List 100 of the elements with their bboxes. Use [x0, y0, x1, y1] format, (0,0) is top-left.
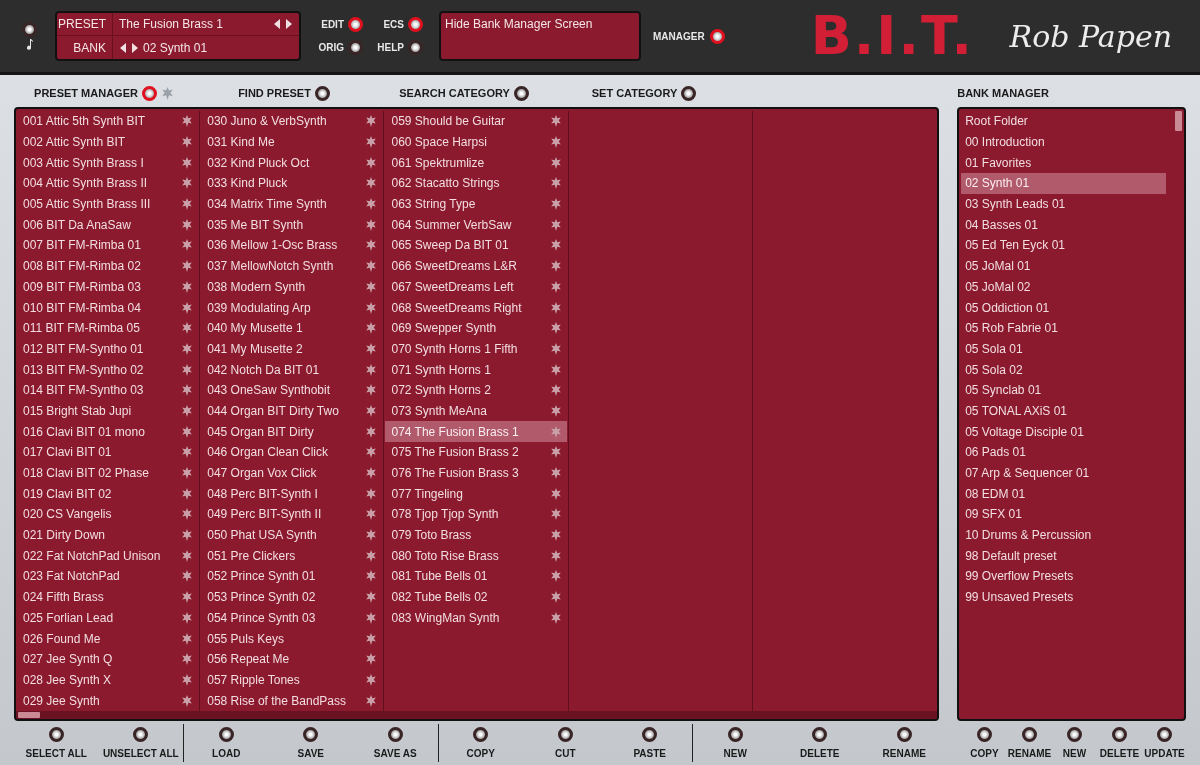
knob-icon[interactable] — [387, 727, 403, 742]
preset-list-item[interactable]: 018 Clavi BIT 02 Phase — [17, 462, 199, 484]
star-icon[interactable] — [181, 363, 194, 376]
toggle-button[interactable]: ECS — [373, 17, 423, 32]
preset-list-item[interactable]: 019 Clavi BIT 02 — [17, 483, 199, 505]
star-icon[interactable] — [365, 694, 378, 707]
star-icon[interactable] — [181, 591, 194, 604]
horizontal-scrollbar[interactable] — [16, 711, 938, 719]
star-icon[interactable] — [549, 136, 562, 149]
knob-icon[interactable] — [1112, 727, 1127, 742]
star-icon[interactable] — [365, 384, 378, 397]
preset-list-item[interactable]: 002 Attic Synth BIT — [17, 131, 199, 153]
preset-list-item[interactable]: 083 WingMan Synth — [385, 607, 567, 629]
preset-list-item[interactable]: 045 Organ BIT Dirty — [201, 421, 383, 442]
star-icon[interactable] — [181, 632, 194, 645]
preset-list-item[interactable]: 044 Organ BIT Dirty Two — [201, 400, 383, 422]
preset-list-item[interactable]: 065 Sweep Da BIT 01 — [385, 235, 567, 256]
action-button[interactable]: SAVE AS — [353, 724, 438, 762]
star-icon[interactable] — [365, 280, 378, 293]
star-icon[interactable] — [549, 591, 562, 604]
bank-list-item[interactable]: 05 TONAL AXiS 01 — [961, 400, 1166, 422]
star-icon[interactable] — [365, 611, 378, 624]
preset-list-item[interactable]: 070 Synth Horns 1 Fifth — [385, 338, 567, 360]
preset-list-item[interactable]: 010 BIT FM-Rimba 04 — [17, 297, 199, 318]
star-icon[interactable] — [181, 136, 194, 149]
knob-icon[interactable] — [977, 727, 992, 742]
knob-icon[interactable] — [218, 727, 234, 742]
led-knob-icon[interactable] — [408, 17, 423, 32]
star-icon[interactable] — [181, 115, 194, 128]
preset-list-item[interactable]: 056 Repeat Me — [201, 648, 383, 670]
star-icon[interactable] — [181, 529, 194, 542]
toggle-button[interactable]: ORIG — [313, 40, 363, 55]
preset-list-item[interactable]: 054 Prince Synth 03 — [201, 607, 383, 629]
led-knob-icon[interactable] — [314, 85, 330, 101]
star-icon[interactable] — [549, 177, 562, 190]
preset-list-item[interactable]: 082 Tube Bells 02 — [385, 586, 567, 608]
preset-list-item[interactable]: 003 Attic Synth Brass I — [17, 152, 199, 174]
bank-list-item[interactable]: 05 Voltage Disciple 01 — [961, 421, 1166, 442]
preset-list-item[interactable]: 008 BIT FM-Rimba 02 — [17, 255, 199, 277]
star-icon[interactable] — [365, 653, 378, 666]
preset-list-item[interactable]: 080 Toto Rise Brass — [385, 545, 567, 567]
preset-list-item[interactable]: 029 Jee Synth — [17, 690, 199, 711]
star-icon[interactable] — [549, 529, 562, 542]
star-icon[interactable] — [365, 136, 378, 149]
action-button[interactable]: RENAME — [862, 724, 947, 762]
bank-list-item[interactable]: 06 Pads 01 — [961, 442, 1166, 463]
star-icon[interactable] — [181, 239, 194, 252]
bank-list-item[interactable]: 05 Sola 02 — [961, 359, 1166, 380]
preset-list-item[interactable]: 078 Tjop Tjop Synth — [385, 504, 567, 525]
star-icon[interactable] — [181, 260, 194, 273]
bank-list-item[interactable]: 98 Default preset — [961, 545, 1166, 567]
bank-list-item[interactable]: 07 Arp & Sequencer 01 — [961, 462, 1166, 484]
star-icon[interactable] — [365, 156, 378, 169]
preset-list-item[interactable]: 031 Kind Me — [201, 131, 383, 153]
star-icon[interactable] — [365, 549, 378, 562]
bank-list-item[interactable]: 99 Overflow Presets — [961, 566, 1166, 587]
preset-list-item[interactable]: 006 BIT Da AnaSaw — [17, 214, 199, 236]
knob-icon[interactable] — [133, 727, 149, 742]
preset-list-item[interactable]: 012 BIT FM-Syntho 01 — [17, 338, 199, 360]
preset-list-item[interactable]: 064 Summer VerbSaw — [385, 214, 567, 236]
preset-list-item[interactable]: 053 Prince Synth 02 — [201, 586, 383, 608]
led-knob-icon[interactable] — [348, 17, 363, 32]
bank-list-item[interactable]: 99 Unsaved Presets — [961, 586, 1166, 608]
action-button[interactable]: NEW — [693, 724, 778, 762]
preset-list-item[interactable]: 022 Fat NotchPad Unison — [17, 545, 199, 567]
preset-list-item[interactable]: 030 Juno & VerbSynth — [201, 111, 383, 132]
star-icon[interactable] — [549, 260, 562, 273]
preset-list-item[interactable]: 069 Swepper Synth — [385, 317, 567, 339]
star-icon[interactable] — [365, 425, 378, 438]
star-icon[interactable] — [365, 529, 378, 542]
preset-list-item[interactable]: 032 Kind Pluck Oct — [201, 152, 383, 174]
led-knob-icon[interactable] — [709, 28, 725, 44]
action-button[interactable]: LOAD — [184, 724, 269, 762]
star-icon[interactable] — [181, 611, 194, 624]
preset-list-item[interactable]: 009 BIT FM-Rimba 03 — [17, 276, 199, 298]
preset-list-item[interactable]: 011 BIT FM-Rimba 05 — [17, 317, 199, 339]
preset-list-item[interactable]: 072 Synth Horns 2 — [385, 379, 567, 401]
preset-list-item[interactable]: 046 Organ Clean Click — [201, 442, 383, 463]
preset-list-item[interactable]: 060 Space Harpsi — [385, 131, 567, 153]
action-button[interactable]: PASTE — [607, 724, 692, 762]
star-icon[interactable] — [365, 446, 378, 459]
preset-list-item[interactable]: 067 SweetDreams Left — [385, 276, 567, 298]
star-icon[interactable] — [365, 508, 378, 521]
bank-list-item[interactable]: 08 EDM 01 — [961, 483, 1166, 505]
preset-list-item[interactable]: 071 Synth Horns 1 — [385, 359, 567, 380]
preset-list-item[interactable]: 038 Modern Synth — [201, 276, 383, 298]
preset-list-item[interactable]: 081 Tube Bells 01 — [385, 566, 567, 587]
preset-list-item[interactable]: 074 The Fusion Brass 1 — [385, 421, 567, 442]
preset-list-item[interactable]: 059 Should be Guitar — [385, 111, 567, 132]
star-icon[interactable] — [549, 467, 562, 480]
knob-icon[interactable] — [1022, 727, 1037, 742]
preset-list-item[interactable]: 048 Perc BIT-Synth I — [201, 483, 383, 505]
star-icon[interactable] — [365, 342, 378, 355]
star-icon[interactable] — [181, 198, 194, 211]
preset-list-item[interactable]: 058 Rise of the BandPass — [201, 690, 383, 711]
bank-action-button[interactable]: COPY — [962, 724, 1007, 762]
star-icon[interactable] — [365, 115, 378, 128]
toggle-button[interactable]: EDIT — [313, 17, 363, 32]
star-icon[interactable] — [549, 384, 562, 397]
preset-list-item[interactable]: 079 Toto Brass — [385, 524, 567, 546]
